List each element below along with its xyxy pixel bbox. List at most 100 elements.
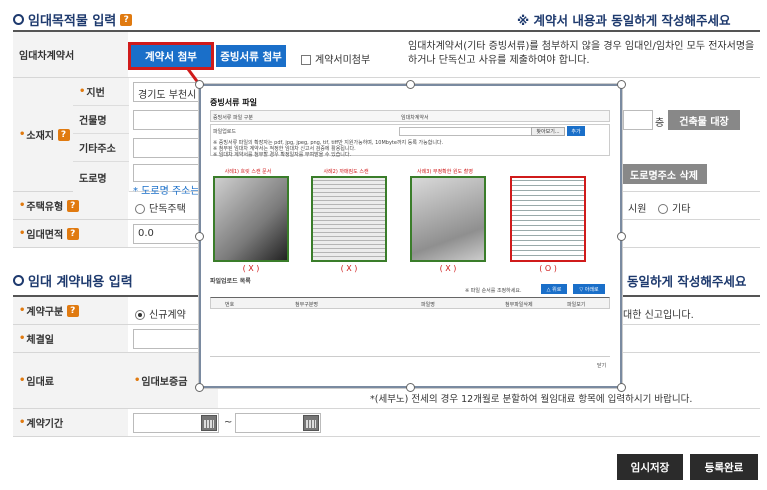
resize-handle[interactable] bbox=[617, 383, 626, 392]
popup-note3: ※ 임대차 계약서를 첨부할 경우 확정일자를 부여받을 수 있습니다. bbox=[213, 152, 352, 158]
example-mark-4: ( O ) bbox=[539, 264, 557, 273]
save-temp-button[interactable]: 임시저장 bbox=[617, 454, 683, 480]
lot-label: • 지번 bbox=[73, 78, 129, 106]
no-contract-checkbox[interactable]: 계약서미첨부 bbox=[301, 51, 370, 66]
radio-icon[interactable] bbox=[658, 204, 668, 214]
radio-icon[interactable] bbox=[135, 204, 145, 214]
building-label: 건물명 bbox=[73, 106, 129, 134]
rent-label-text: 임대료 bbox=[26, 377, 55, 388]
resize-handle[interactable] bbox=[406, 383, 415, 392]
attach-contract-button[interactable]: 계약서 첨부 bbox=[128, 42, 214, 70]
help-icon[interactable]: ? bbox=[120, 13, 133, 26]
col-filename: 파일명 bbox=[421, 302, 435, 308]
radio-selected-icon[interactable] bbox=[135, 310, 145, 320]
location-label: • 소재지 ? bbox=[13, 78, 73, 191]
extra-label-text: 기타주소 bbox=[79, 144, 116, 155]
circle-bullet-icon bbox=[13, 14, 24, 25]
contract-description: 임대차계약서(기타 증빙서류)를 첨부하지 않을 경우 임대인/임차인 모두 전… bbox=[408, 40, 758, 68]
section-title-contract: 임대 계약내용 입력 bbox=[13, 271, 133, 290]
help-icon[interactable]: ? bbox=[57, 128, 70, 141]
resize-handle[interactable] bbox=[406, 80, 415, 89]
col-view: 파일보기 bbox=[567, 302, 586, 308]
popup-type-row: 증빙서류 파일 구분 임대차계약서 bbox=[210, 110, 610, 122]
resize-handle[interactable] bbox=[195, 232, 204, 241]
popup-close-link[interactable]: 닫기 bbox=[597, 362, 606, 369]
popup-find-button[interactable]: 찾아보기... bbox=[531, 127, 565, 136]
lot-label-text: 지번 bbox=[86, 88, 105, 99]
floor-input[interactable] bbox=[623, 110, 653, 130]
col-delete: 첨부파일삭제 bbox=[505, 302, 533, 308]
road-input[interactable] bbox=[133, 164, 203, 182]
resize-handle[interactable] bbox=[195, 80, 204, 89]
example-mark-3: ( X ) bbox=[439, 264, 457, 273]
contract-type-label: • 계약구분 ? bbox=[13, 297, 128, 324]
housing-type-label: • 주택유형 ? bbox=[13, 192, 128, 219]
example-caption-3: 사례3) 부정확한 원도 촬영 bbox=[417, 169, 473, 175]
help-icon[interactable]: ? bbox=[66, 199, 79, 212]
popup-type-value: 임대차계약서 bbox=[401, 115, 429, 121]
new-contract-radio[interactable]: 신규계약 bbox=[135, 306, 186, 321]
road-address-delete-button[interactable]: 도로명주소 삭제 bbox=[621, 164, 707, 184]
section2-title-text: 임대 계약내용 입력 bbox=[28, 275, 133, 290]
no-contract-label: 계약서미첨부 bbox=[315, 55, 371, 66]
contract-type-text: 계약구분 bbox=[26, 307, 64, 318]
attach-evidence-button[interactable]: 증빙서류 첨부 bbox=[216, 45, 286, 67]
example-image-4-correct bbox=[510, 176, 586, 262]
area-label: • 임대면적 ? bbox=[13, 220, 128, 247]
register-button[interactable]: 등록완료 bbox=[690, 454, 758, 480]
popup-list-header: 번호 첨부구분명 파일명 첨부파일삭제 파일보기 bbox=[210, 297, 610, 309]
location-label-text: 소재지 bbox=[26, 131, 55, 142]
building-ledger-button[interactable]: 건축물 대장 bbox=[668, 110, 740, 130]
popup-order-note: ※ 파일 순서를 조정하세요. bbox=[465, 288, 522, 294]
resize-handle[interactable] bbox=[617, 80, 626, 89]
popup-upload-block: 파일업로드 찾아보기... 추가 ※ 증빙서류 파일의 확장자는 pdf, jp… bbox=[210, 124, 610, 158]
housing-option-detached[interactable]: 단독주택 bbox=[135, 200, 186, 215]
calendar-icon[interactable] bbox=[201, 415, 217, 431]
popup-add-button[interactable]: 추가 bbox=[567, 126, 585, 136]
extra-address-input[interactable] bbox=[133, 138, 203, 158]
housing-option-other[interactable]: 기타 bbox=[658, 200, 690, 215]
section-title-rental-object: 임대목적물 입력 ? bbox=[13, 10, 133, 29]
col-number: 번호 bbox=[225, 302, 235, 308]
example-mark-1: ( X ) bbox=[242, 264, 260, 273]
period-label-text: 계약기간 bbox=[26, 419, 64, 430]
popup-upload-label: 파일업로드 bbox=[213, 129, 237, 135]
section-title-text: 임대목적물 입력 bbox=[28, 14, 117, 29]
evidence-file-popup[interactable]: 증빙서류 파일 증빙서류 파일 구분 임대차계약서 파일업로드 찾아보기... … bbox=[199, 84, 622, 388]
extra-address-label: 기타주소 bbox=[73, 134, 129, 162]
housing-option-label: 단독주택 bbox=[149, 204, 186, 215]
popup-file-input[interactable] bbox=[399, 127, 535, 136]
period-row: • 계약기간 ~ bbox=[13, 409, 760, 437]
housing-other-label: 기타 bbox=[672, 204, 691, 215]
checkbox-icon[interactable] bbox=[301, 55, 311, 65]
resize-handle[interactable] bbox=[195, 383, 204, 392]
building-label-text: 건물명 bbox=[79, 116, 107, 127]
deposit-label-text: 임대보증금 bbox=[141, 377, 188, 388]
period-label: • 계약기간 bbox=[13, 409, 128, 436]
sign-date-input[interactable] bbox=[133, 329, 203, 349]
period-tilde: ~ bbox=[224, 417, 233, 428]
rent-label: • 임대료 bbox=[13, 353, 128, 408]
popup-move-up-button[interactable]: △ 위로 bbox=[541, 284, 567, 294]
example-image-2 bbox=[311, 176, 387, 262]
road-label-text: 도로명 bbox=[79, 173, 107, 185]
popup-divider bbox=[210, 356, 610, 357]
contract-label: 임대차계약서 bbox=[13, 32, 128, 77]
popup-move-down-button[interactable]: ▽ 아래로 bbox=[573, 284, 605, 294]
contract-desc-line2: 하거나 단독신고 사유를 제출하여야 합니다. bbox=[408, 55, 590, 66]
calendar-icon[interactable] bbox=[303, 415, 319, 431]
example-image-1 bbox=[213, 176, 289, 262]
example-image-3 bbox=[410, 176, 486, 262]
sign-date-text: 체결일 bbox=[26, 335, 55, 346]
col-type: 첨부구분명 bbox=[295, 302, 319, 308]
contract-row: 임대차계약서 계약서 첨부 증빙서류 첨부 계약서미첨부 임대차계약서(기타 증… bbox=[13, 32, 760, 78]
new-contract-label: 신규계약 bbox=[149, 310, 186, 321]
help-icon[interactable]: ? bbox=[66, 227, 79, 240]
floor-suffix: 층 bbox=[655, 118, 665, 129]
section2-notice: 동일하게 작성해주세요 bbox=[627, 274, 747, 289]
resize-handle[interactable] bbox=[617, 232, 626, 241]
help-icon[interactable]: ? bbox=[66, 304, 79, 317]
example-caption-2: 사례2) 까매짐도 스캔 bbox=[323, 169, 369, 175]
sign-date-label: • 체결일 bbox=[13, 325, 128, 352]
area-input[interactable]: 0.0 bbox=[133, 224, 203, 244]
